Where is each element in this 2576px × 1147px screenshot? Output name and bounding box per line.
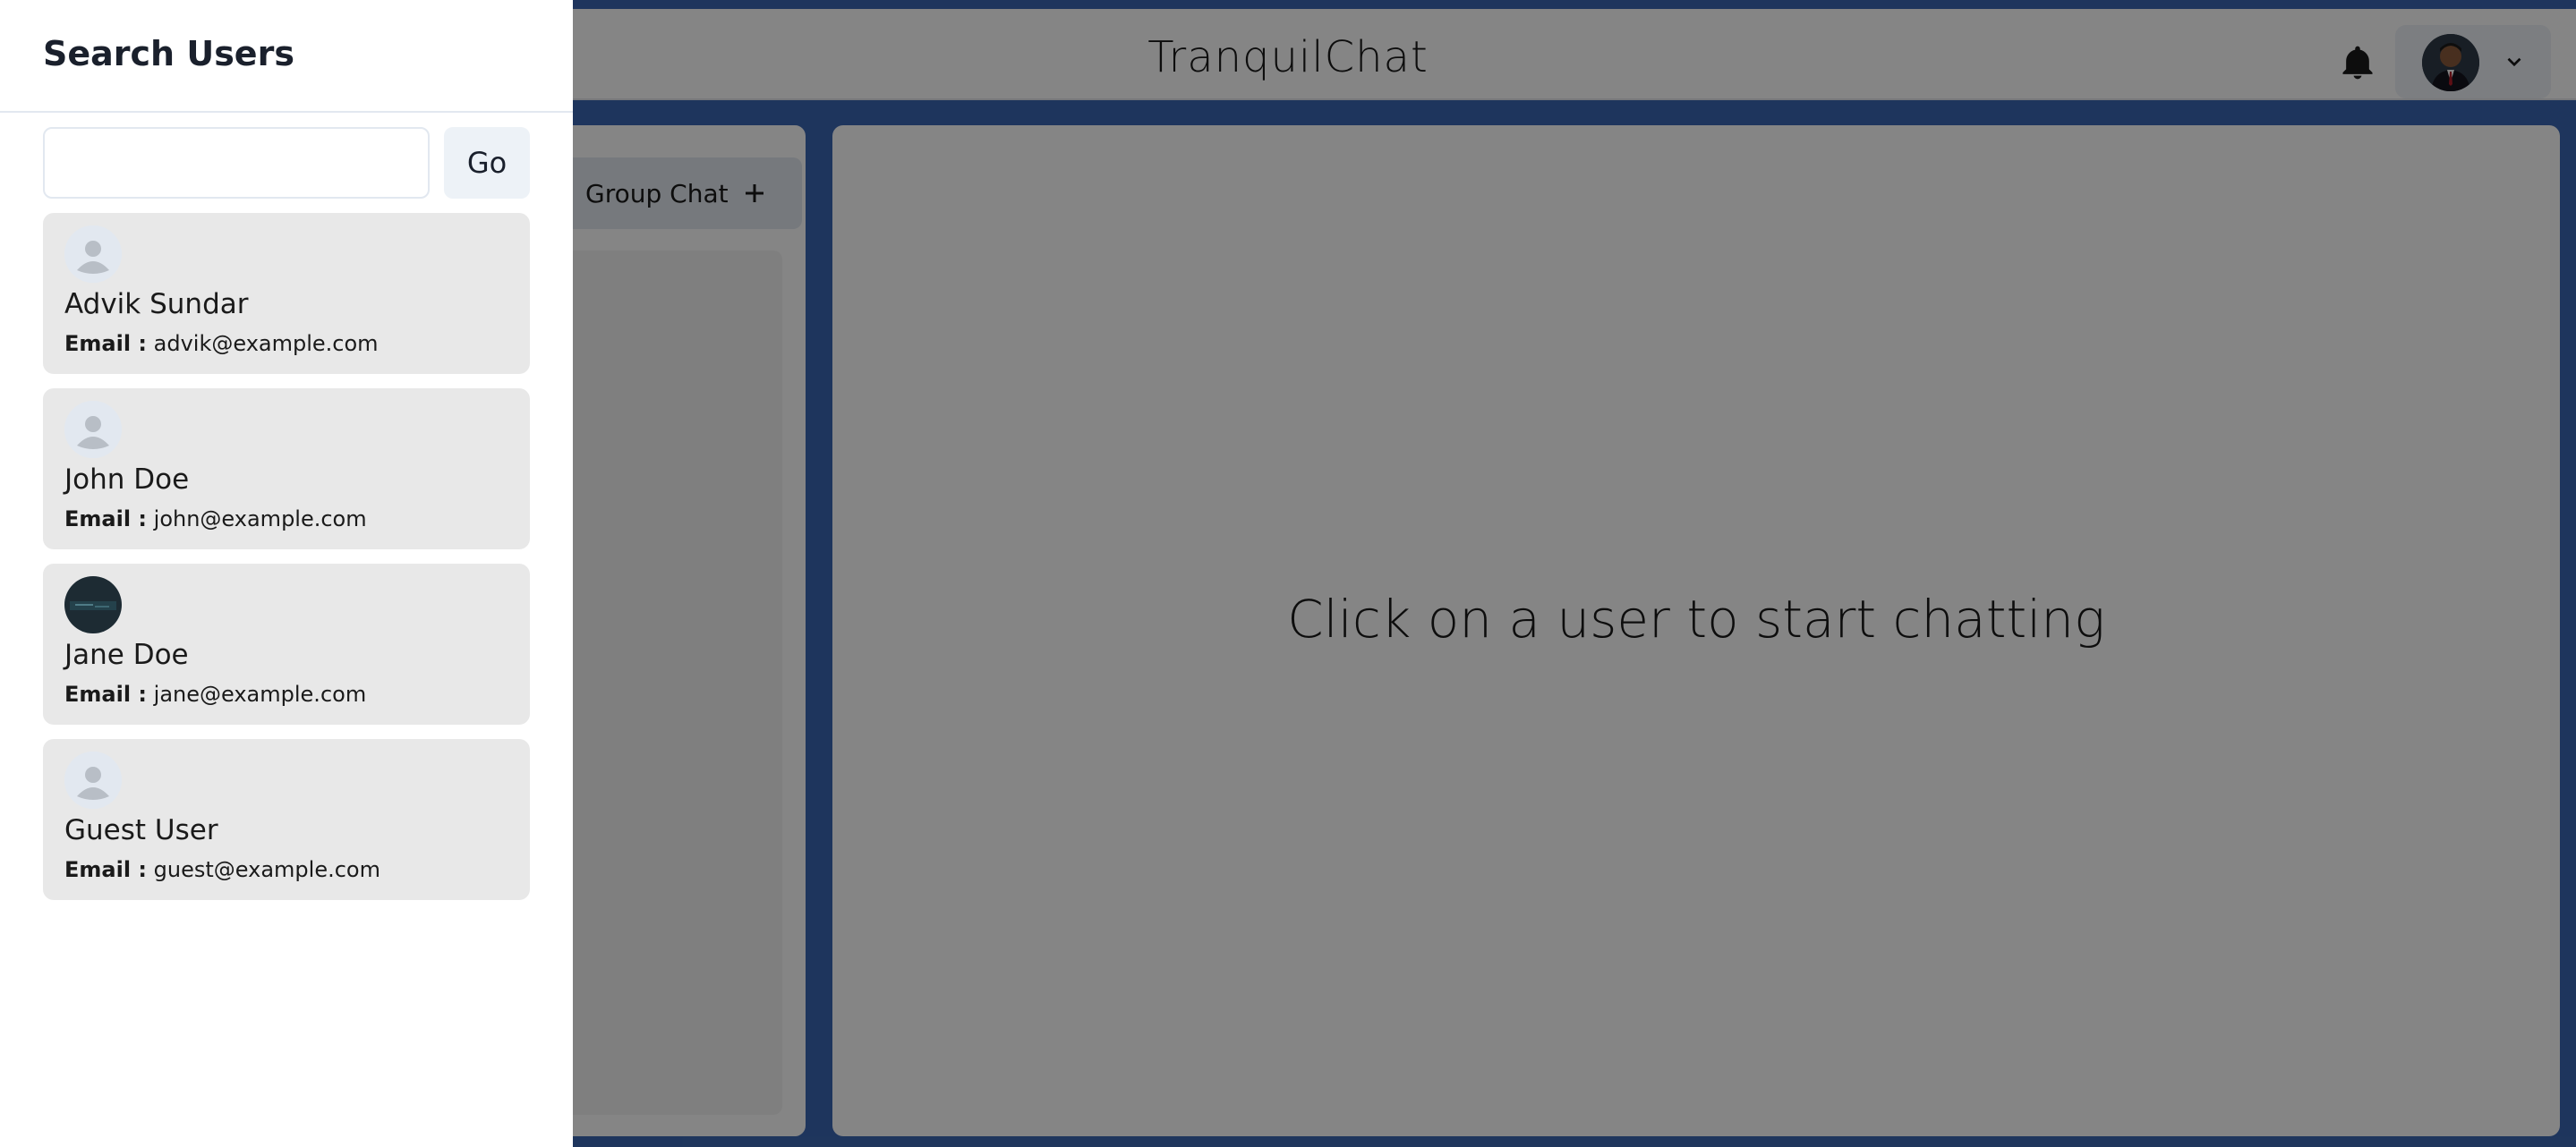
- search-row: Go: [43, 127, 530, 199]
- user-result-item[interactable]: Advik Sundar Email : advik@example.com: [43, 213, 530, 374]
- email-value: guest@example.com: [153, 857, 380, 882]
- user-name: Guest User: [64, 814, 218, 846]
- email-label: Email :: [64, 682, 148, 707]
- email-value: jane@example.com: [153, 682, 367, 707]
- email-label: Email :: [64, 506, 148, 531]
- search-users-drawer: Search Users Go Advik Sundar Email : adv…: [0, 0, 573, 1147]
- default-avatar-icon: [64, 225, 122, 283]
- drawer-title: Search Users: [0, 0, 573, 113]
- user-email: Email : advik@example.com: [64, 331, 379, 356]
- email-value: john@example.com: [153, 506, 367, 531]
- email-label: Email :: [64, 857, 148, 882]
- user-name: Advik Sundar: [64, 288, 249, 320]
- user-result-item[interactable]: Jane Doe Email : jane@example.com: [43, 564, 530, 725]
- user-name: John Doe: [64, 463, 190, 496]
- search-input[interactable]: [43, 127, 430, 199]
- go-button[interactable]: Go: [444, 127, 530, 199]
- default-avatar-icon: [64, 401, 122, 458]
- user-name: Jane Doe: [64, 639, 189, 671]
- default-avatar-icon: [64, 752, 122, 809]
- user-search-results: Advik Sundar Email : advik@example.com J…: [43, 213, 530, 914]
- user-email: Email : guest@example.com: [64, 857, 380, 882]
- email-label: Email :: [64, 331, 148, 356]
- user-email: Email : jane@example.com: [64, 682, 366, 707]
- user-result-item[interactable]: Guest User Email : guest@example.com: [43, 739, 530, 900]
- photo-avatar: [64, 576, 122, 633]
- user-email: Email : john@example.com: [64, 506, 367, 531]
- user-result-item[interactable]: John Doe Email : john@example.com: [43, 388, 530, 549]
- email-value: advik@example.com: [153, 331, 379, 356]
